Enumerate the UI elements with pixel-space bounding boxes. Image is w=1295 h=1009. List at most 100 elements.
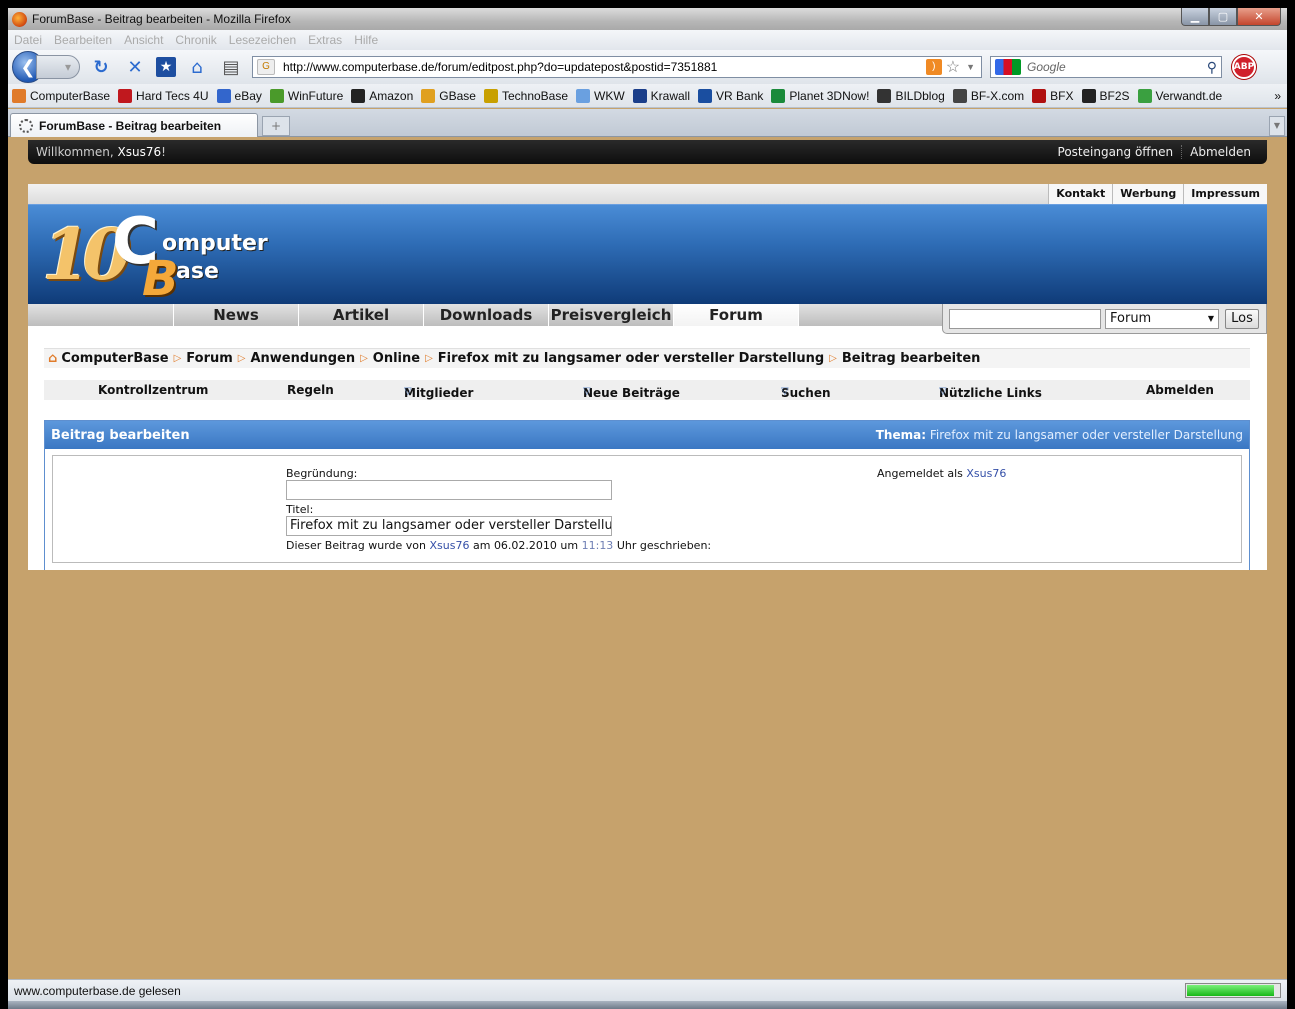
bookmark-item[interactable]: Krawall (632, 88, 691, 103)
dropdown-triangle-icon: ▽ (781, 386, 789, 397)
google-engine-icon[interactable] (995, 59, 1021, 75)
bookmark-item[interactable]: VR Bank (698, 88, 764, 103)
site-search-input[interactable] (949, 308, 1101, 329)
bookmark-item[interactable]: ComputerBase (12, 88, 110, 103)
written-date: 06.02.2010 (493, 539, 557, 552)
menu-bar: Datei Bearbeiten Ansicht Chronik Lesezei… (8, 30, 1287, 50)
search-placeholder[interactable]: Google (1027, 60, 1207, 74)
inbox-link[interactable]: Posteingang öffnen (1050, 145, 1182, 159)
bookmark-item[interactable]: WinFuture (269, 88, 343, 103)
breadcrumb-computerbase[interactable]: ComputerBase (61, 351, 168, 366)
thema-label: Thema: (875, 428, 927, 442)
close-button[interactable]: ✕ (1237, 8, 1281, 26)
menu-lesezeichen[interactable]: Lesezeichen (229, 33, 296, 47)
bookmark-item[interactable]: Planet 3DNow! (771, 88, 869, 103)
bookmarks-overflow-chevron-icon[interactable]: » (1274, 89, 1281, 103)
menu-extras[interactable]: Extras (308, 33, 342, 47)
nav-preisvergleich[interactable]: Preisvergleich (549, 304, 674, 326)
url-history-dropdown-icon[interactable]: ▼ (966, 62, 975, 72)
kontakt-link[interactable]: Kontakt (1048, 184, 1113, 204)
nav-artikel[interactable]: Artikel (299, 304, 424, 326)
menu-bearbeiten[interactable]: Bearbeiten (54, 33, 112, 47)
bookmark-item[interactable]: eBay (216, 88, 262, 103)
search-bar[interactable]: Google ⚲ (990, 56, 1222, 78)
menu-ansicht[interactable]: Ansicht (124, 33, 163, 47)
breadcrumb-anwendungen[interactable]: Anwendungen (250, 351, 355, 366)
print-button[interactable]: ▤ (218, 54, 244, 80)
stop-button[interactable]: ✕ (122, 54, 148, 80)
nav-news[interactable]: News (174, 304, 299, 326)
bookmark-item[interactable]: BF-X.com (952, 88, 1025, 103)
nav-downloads[interactable]: Downloads (424, 304, 549, 326)
reload-button[interactable]: ↻ (88, 54, 114, 80)
taskbar-edge (8, 1001, 1287, 1009)
breadcrumb-separator-icon: ▷ (173, 353, 182, 364)
forward-button[interactable]: ▾ (36, 55, 80, 79)
reason-input[interactable] (286, 480, 612, 500)
bookmark-item[interactable]: Amazon (351, 88, 413, 103)
menu-chronik[interactable]: Chronik (175, 33, 216, 47)
bookmark-label: Verwandt.de (1155, 88, 1223, 103)
bookmark-item[interactable]: BF2S (1081, 88, 1130, 103)
breadcrumb-separator-icon: ▷ (237, 353, 246, 364)
logged-in-user-link[interactable]: Xsus76 (966, 467, 1006, 480)
reload-icon: ↻ (93, 56, 109, 78)
subnav-kontrollzentrum[interactable]: Kontrollzentrum (98, 383, 208, 397)
site-search-button[interactable]: Los (1225, 308, 1259, 329)
nav-forum[interactable]: Forum (674, 304, 799, 326)
bookmark-item[interactable]: BFX (1032, 88, 1074, 103)
bookmark-item[interactable]: TechnoBase (483, 88, 568, 103)
rss-feed-icon[interactable]: ) (925, 59, 942, 75)
bookmark-favicon-icon (216, 88, 231, 103)
breadcrumb-forum[interactable]: Forum (186, 351, 233, 366)
firefox-icon (12, 11, 27, 27)
bookmarks-button[interactable]: ★ (156, 57, 176, 77)
tab-title: ForumBase - Beitrag bearbeiten (39, 118, 222, 133)
tab-forumbase[interactable]: ForumBase - Beitrag bearbeiten (10, 113, 258, 137)
bookmark-item[interactable]: GBase (421, 88, 476, 103)
title-input[interactable]: Firefox mit zu langsamer oder versteller… (286, 516, 612, 536)
logout-link[interactable]: Abmelden (1181, 145, 1259, 159)
edit-post-header: Beitrag bearbeiten Thema: Firefox mit zu… (45, 421, 1249, 449)
bookmark-item[interactable]: BILDblog (877, 88, 945, 103)
breadcrumb-thread[interactable]: Firefox mit zu langsamer oder versteller… (438, 351, 824, 366)
bookmark-label: BF-X.com (970, 88, 1025, 103)
menu-hilfe[interactable]: Hilfe (354, 33, 378, 47)
magnifier-icon[interactable]: ⚲ (1207, 59, 1217, 76)
site-search-scope-select[interactable]: Forum ▼ (1105, 308, 1219, 329)
bookmark-label: VR Bank (716, 88, 764, 103)
written-prefix: Dieser Beitrag wurde von (286, 539, 426, 552)
bookmark-item[interactable]: WKW (576, 88, 625, 103)
bookmark-item[interactable]: Verwandt.de (1137, 88, 1223, 103)
forward-dropdown-icon: ▾ (64, 60, 71, 74)
bookmark-item[interactable]: Hard Tecs 4U (118, 88, 209, 103)
maximize-button[interactable]: ▢ (1209, 8, 1237, 26)
dropdown-triangle-icon: ▽ (939, 386, 947, 397)
minimize-button[interactable]: ▁ (1181, 8, 1209, 26)
bookmark-star-outline-icon[interactable]: ☆ (946, 57, 960, 77)
welcome-user[interactable]: Xsus76 (117, 145, 161, 159)
url-text[interactable]: http://www.computerbase.de/forum/editpos… (283, 60, 926, 74)
new-tab-button[interactable]: + (262, 116, 290, 136)
bookmark-favicon-icon (118, 88, 133, 103)
bookmark-label: Krawall (650, 88, 691, 103)
page-load-progress-fill (1187, 985, 1275, 996)
written-user-link[interactable]: Xsus76 (430, 539, 470, 552)
home-button[interactable]: ⌂ (184, 54, 210, 80)
impressum-link[interactable]: Impressum (1183, 184, 1267, 204)
adblock-plus-button[interactable]: ABP (1232, 55, 1256, 79)
welcome-bar: Willkommen, Xsus76! Posteingang öffnen A… (28, 140, 1267, 164)
breadcrumb-home-icon[interactable]: ⌂ (48, 351, 57, 366)
loading-spinner-icon (19, 118, 33, 133)
url-bar[interactable]: G http://www.computerbase.de/forum/editp… (252, 56, 982, 78)
reason-label: Begründung: (286, 467, 358, 480)
tab-list-dropdown-icon[interactable]: ▼ (1269, 116, 1285, 136)
thema-link[interactable]: Firefox mit zu langsamer oder versteller… (930, 428, 1243, 442)
menu-datei[interactable]: Datei (14, 33, 42, 47)
breadcrumb-online[interactable]: Online (373, 351, 420, 366)
bookmark-star-icon: ★ (159, 59, 173, 75)
werbung-link[interactable]: Werbung (1112, 184, 1184, 204)
top-links: Kontakt Werbung Impressum (28, 184, 1267, 204)
subnav-abmelden[interactable]: Abmelden (1146, 383, 1214, 397)
subnav-regeln[interactable]: Regeln (287, 383, 334, 397)
